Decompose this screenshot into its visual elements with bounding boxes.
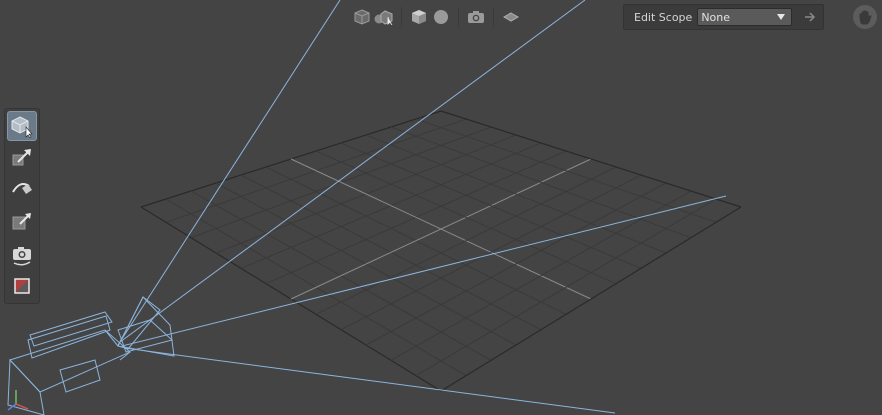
chevron-down-icon xyxy=(777,14,786,20)
edit-scope-label: Edit Scope xyxy=(634,10,693,24)
hand-icon[interactable] xyxy=(853,5,877,29)
translate-tool[interactable] xyxy=(7,143,37,173)
grid-line xyxy=(315,150,617,285)
camera-frustum xyxy=(117,0,727,414)
ground-grid xyxy=(140,110,742,392)
scale-tool[interactable] xyxy=(7,207,37,237)
toolbar-separator xyxy=(401,7,402,27)
crop-tool[interactable] xyxy=(7,271,37,301)
grid-line xyxy=(340,174,642,331)
edit-scope-panel: Edit Scope None xyxy=(623,4,824,30)
cube-shaded-icon[interactable] xyxy=(409,7,429,27)
translate-arrow-icon xyxy=(12,149,31,166)
rotate-tool[interactable] xyxy=(7,175,37,205)
camera-tool[interactable] xyxy=(7,239,37,269)
spheres-icon[interactable] xyxy=(374,7,394,27)
viewport-toolbar xyxy=(352,6,521,28)
sphere-icon[interactable] xyxy=(431,7,451,27)
edit-scope-value: None xyxy=(701,10,731,24)
cube-icon[interactable] xyxy=(352,7,372,27)
grid-line xyxy=(365,134,667,254)
viewport-canvas[interactable] xyxy=(0,0,882,415)
camera-wireframe xyxy=(7,296,175,415)
crop-icon xyxy=(14,278,30,294)
toolbar-separator xyxy=(458,7,459,27)
grid-line xyxy=(440,110,742,208)
select-tool[interactable] xyxy=(7,111,37,141)
edit-scope-dropdown[interactable]: None xyxy=(697,8,793,26)
grid-line xyxy=(415,118,717,223)
grid-line xyxy=(315,166,617,315)
grid-line xyxy=(365,182,667,346)
toolbar-separator xyxy=(493,7,494,27)
camera-icon[interactable] xyxy=(466,7,486,27)
grid-line xyxy=(415,198,717,377)
tool-palette xyxy=(4,108,40,304)
cube-pointer-icon xyxy=(11,116,33,138)
camera-orbit-icon xyxy=(13,247,31,266)
scale-arrow-icon xyxy=(12,213,31,230)
axis-gizmo xyxy=(7,390,29,411)
arrow-right-icon[interactable] xyxy=(798,8,822,26)
grid-line xyxy=(440,206,742,392)
rotate-icon xyxy=(12,183,32,194)
layers-icon[interactable] xyxy=(501,7,521,27)
